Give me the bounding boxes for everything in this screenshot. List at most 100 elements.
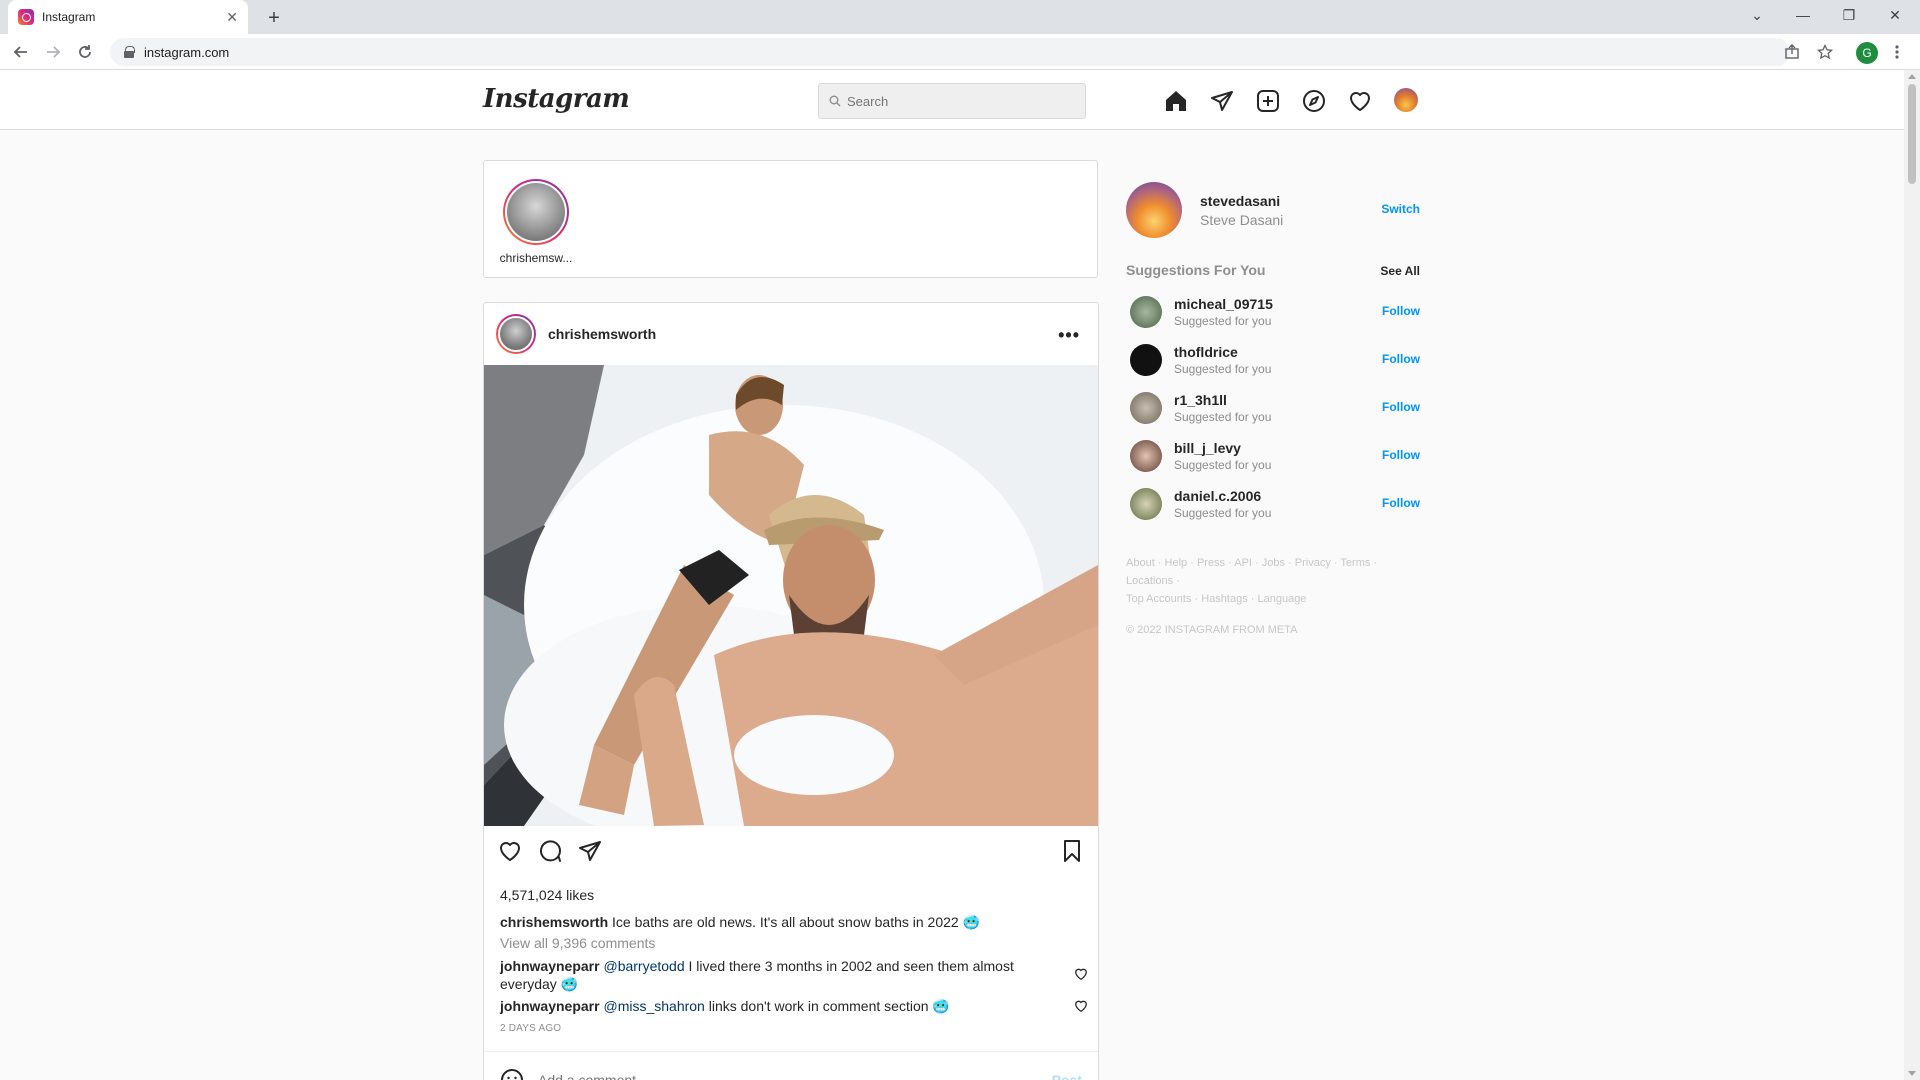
- explore-icon[interactable]: [1301, 88, 1327, 114]
- footer-link-top-accounts[interactable]: Top Accounts: [1126, 593, 1191, 605]
- like-count[interactable]: 4,571,024 likes: [500, 887, 594, 903]
- stories-tray: chrishemsw...: [483, 160, 1098, 278]
- minimize-button[interactable]: —: [1780, 0, 1826, 30]
- page-scrollbar[interactable]: [1904, 70, 1920, 1080]
- suggestion-item: bill_j_levy Suggested for you Follow: [1126, 432, 1420, 480]
- suggestion-username[interactable]: r1_3h1ll: [1174, 392, 1271, 408]
- suggestion-avatar[interactable]: [1130, 488, 1162, 520]
- post-author-avatar[interactable]: [496, 314, 536, 354]
- footer-link-privacy[interactable]: Privacy: [1295, 557, 1331, 569]
- post-header: chrishemsworth •••: [484, 303, 1098, 365]
- story-item[interactable]: chrishemsw...: [498, 179, 574, 265]
- comment-username[interactable]: johnwayneparr: [500, 958, 600, 974]
- current-username[interactable]: stevedasani: [1200, 193, 1283, 209]
- scroll-down-icon[interactable]: [1908, 1071, 1916, 1076]
- tab-search-icon[interactable]: ⌄: [1734, 0, 1780, 30]
- footer-link-press[interactable]: Press: [1197, 557, 1225, 569]
- footer-links: About · Help · Press · API · Jobs · Priv…: [1126, 557, 1378, 605]
- suggestion-username[interactable]: thofldrice: [1174, 344, 1271, 360]
- address-bar[interactable]: instagram.com: [110, 38, 1790, 66]
- scrollbar-thumb[interactable]: [1908, 84, 1916, 184]
- bookmark-star-icon[interactable]: [1815, 42, 1835, 62]
- footer-link-hashtags[interactable]: Hashtags: [1201, 593, 1247, 605]
- current-user-avatar[interactable]: [1126, 182, 1182, 238]
- post-timestamp[interactable]: 2 DAYS AGO: [500, 1023, 561, 1034]
- suggestion-username[interactable]: bill_j_levy: [1174, 440, 1271, 456]
- switch-account-button[interactable]: Switch: [1381, 202, 1420, 216]
- suggestion-avatar[interactable]: [1130, 392, 1162, 424]
- follow-button[interactable]: Follow: [1382, 304, 1420, 318]
- footer-link-jobs[interactable]: Jobs: [1262, 557, 1285, 569]
- footer-link-help[interactable]: Help: [1165, 557, 1188, 569]
- footer-link-api[interactable]: API: [1234, 557, 1252, 569]
- comment-username[interactable]: johnwayneparr: [500, 998, 600, 1014]
- footer-link-terms[interactable]: Terms: [1340, 557, 1370, 569]
- url-text: instagram.com: [144, 44, 230, 60]
- suggestion-subtitle: Suggested for you: [1174, 458, 1272, 472]
- suggestion-item: r1_3h1ll Suggested for you Follow: [1126, 384, 1420, 432]
- view-all-comments-link[interactable]: View all 9,396 comments: [500, 935, 655, 951]
- comment-item: johnwayneparr @miss_shahron links don't …: [500, 997, 1060, 1015]
- home-icon[interactable]: [1163, 88, 1189, 114]
- footer-link-locations[interactable]: Locations: [1126, 575, 1173, 587]
- follow-button[interactable]: Follow: [1382, 352, 1420, 366]
- footer-link-language[interactable]: Language: [1257, 593, 1306, 605]
- scroll-up-icon[interactable]: [1908, 74, 1916, 79]
- more-options-icon[interactable]: •••: [1058, 325, 1080, 346]
- forward-button[interactable]: [40, 39, 66, 65]
- suggestion-avatar[interactable]: [1130, 296, 1162, 328]
- browser-menu-icon[interactable]: [1887, 42, 1907, 62]
- footer-link-about[interactable]: About: [1126, 557, 1155, 569]
- follow-button[interactable]: Follow: [1382, 448, 1420, 462]
- share-icon[interactable]: [576, 837, 604, 865]
- profile-avatar[interactable]: [1394, 88, 1418, 112]
- reload-button[interactable]: [72, 39, 98, 65]
- new-tab-button[interactable]: +: [260, 4, 288, 32]
- forward-arrow-icon: [47, 46, 61, 58]
- back-button[interactable]: [8, 39, 34, 65]
- browser-profile-avatar[interactable]: G: [1856, 42, 1878, 64]
- post-comment-button[interactable]: Post: [1052, 1072, 1082, 1080]
- direct-icon[interactable]: [1209, 88, 1235, 114]
- current-user-card: stevedasani Steve Dasani Switch: [1126, 182, 1420, 238]
- story-avatar: [507, 183, 565, 241]
- suggestion-username[interactable]: micheal_09715: [1174, 296, 1273, 312]
- suggestion-avatar[interactable]: [1130, 440, 1162, 472]
- post-image[interactable]: [484, 365, 1098, 826]
- restore-button[interactable]: ❐: [1826, 0, 1872, 30]
- instagram-logo[interactable]: Instagram: [483, 84, 630, 114]
- follow-button[interactable]: Follow: [1382, 496, 1420, 510]
- suggestion-item: thofldrice Suggested for you Follow: [1126, 336, 1420, 384]
- new-post-icon[interactable]: [1255, 88, 1281, 114]
- suggestion-username[interactable]: daniel.c.2006: [1174, 488, 1271, 504]
- comment-like-icon[interactable]: [1074, 999, 1088, 1013]
- instagram-favicon-icon: [18, 9, 34, 25]
- share-page-icon[interactable]: [1782, 42, 1802, 62]
- add-comment-bar: Post: [484, 1051, 1098, 1080]
- add-comment-input[interactable]: [538, 1071, 958, 1080]
- caption-username[interactable]: chrishemsworth: [500, 914, 608, 930]
- see-all-link[interactable]: See All: [1380, 264, 1420, 278]
- suggestion-subtitle: Suggested for you: [1174, 506, 1272, 520]
- comment-icon[interactable]: [536, 837, 564, 865]
- emoji-icon[interactable]: [500, 1068, 524, 1080]
- window-close-button[interactable]: ✕: [1872, 0, 1918, 30]
- post-caption: chrishemsworth Ice baths are old news. I…: [500, 913, 1090, 931]
- right-sidebar: stevedasani Steve Dasani Switch Suggesti…: [1126, 182, 1420, 636]
- post-author-username[interactable]: chrishemsworth: [548, 326, 656, 342]
- search-input[interactable]: [847, 93, 1067, 109]
- tab-close-icon[interactable]: ✕: [226, 9, 238, 26]
- like-icon[interactable]: [496, 837, 524, 865]
- post-actions: [484, 831, 1098, 871]
- activity-heart-icon[interactable]: [1347, 88, 1373, 114]
- follow-button[interactable]: Follow: [1382, 400, 1420, 414]
- comment-text: links don't work in comment section 🥶: [708, 998, 950, 1014]
- comment-mention[interactable]: @miss_shahron: [603, 998, 704, 1014]
- search-box[interactable]: [818, 83, 1086, 119]
- suggestion-avatar[interactable]: [1130, 344, 1162, 376]
- comment-like-icon[interactable]: [1074, 967, 1088, 981]
- save-icon[interactable]: [1058, 837, 1086, 865]
- comment-mention[interactable]: @barryetodd: [603, 958, 684, 974]
- suggestions-list: micheal_09715 Suggested for you Follow t…: [1126, 288, 1420, 528]
- browser-tab[interactable]: Instagram ✕: [8, 0, 248, 34]
